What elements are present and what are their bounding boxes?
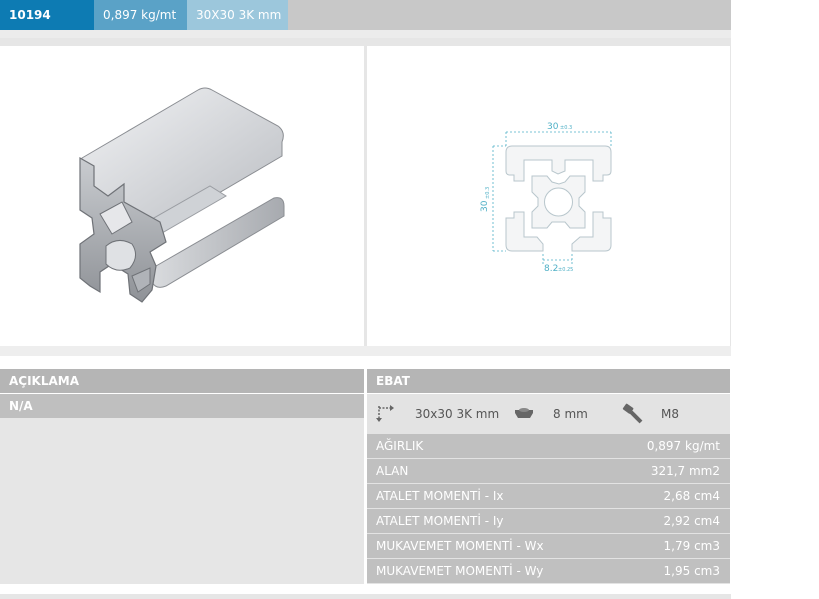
dimensions-row: 30x30 3K mm 8 mm M8 [367,394,730,434]
profile-3d-panel [0,46,364,346]
spec-row: MUKAVEMET MOMENTİ - Wy 1,95 cm3 [367,559,730,584]
right-margin [731,0,819,599]
spec-key: MUKAVEMET MOMENTİ - Wx [376,539,544,553]
description-header: AÇIKLAMA [0,369,364,393]
slot-dimension-label: 8.2 [544,264,558,274]
t-nut-icon [515,408,533,418]
bolt-size-value: M8 [661,407,679,421]
spec-row: MUKAVEMET MOMENTİ - Wx 1,79 cm3 [367,534,730,559]
dimensions-header: EBAT [367,369,730,393]
profile-cross-section-drawing: 30 ±0.3 30 ±0.3 8.2 ±0.25 [480,122,612,274]
spec-value: 0,897 kg/mt [646,439,720,453]
corner-arrows-icon [376,405,394,422]
spec-row: AĞIRLIK 0,897 kg/mt [367,434,730,459]
slot-size-value: 8 mm [553,407,588,421]
top-bar: 10194 0,897 kg/mt 30X30 3K mm [0,0,731,30]
profile-drawing-panel: 30 ±0.3 30 ±0.3 8.2 ±0.25 [367,46,730,346]
description-value: N/A [0,394,364,418]
spec-row: ATALET MOMENTİ - Ix 2,68 cm4 [367,484,730,509]
spec-row: ALAN 321,7 mm2 [367,459,730,484]
profile-code: 10194 [0,0,94,30]
spec-value: 2,68 cm4 [663,489,720,503]
mid-gap [0,346,731,356]
top-gap [0,30,731,38]
spec-key: ALAN [376,464,409,478]
spec-key: ATALET MOMENTİ - Iy [376,514,504,528]
description-body [0,418,364,584]
profile-weight-tag: 0,897 kg/mt [94,0,187,30]
slot-tolerance-label: ±0.25 [558,267,573,273]
spec-key: MUKAVEMET MOMENTİ - Wy [376,564,544,578]
spec-value: 321,7 mm2 [650,464,720,478]
spec-key: AĞIRLIK [376,439,424,453]
height-dimension-label: 30 [480,200,490,212]
mid-gap-white [0,356,731,368]
bottom-band [0,594,731,599]
height-tolerance-label: ±0.3 [485,187,491,199]
spec-value: 1,79 cm3 [663,539,720,553]
profile-size-value: 30x30 3K mm [415,407,500,421]
spec-row: ATALET MOMENTİ - Iy 2,92 cm4 [367,509,730,534]
bolt-icon [622,403,643,424]
profile-3d-image [79,87,285,303]
profile-size-tag: 30X30 3K mm [187,0,288,30]
spec-value: 2,92 cm4 [663,514,720,528]
width-dimension-label: 30 [547,122,559,132]
spec-value: 1,95 cm3 [663,564,720,578]
spec-key: ATALET MOMENTİ - Ix [376,489,504,503]
width-tolerance-label: ±0.3 [560,125,572,131]
